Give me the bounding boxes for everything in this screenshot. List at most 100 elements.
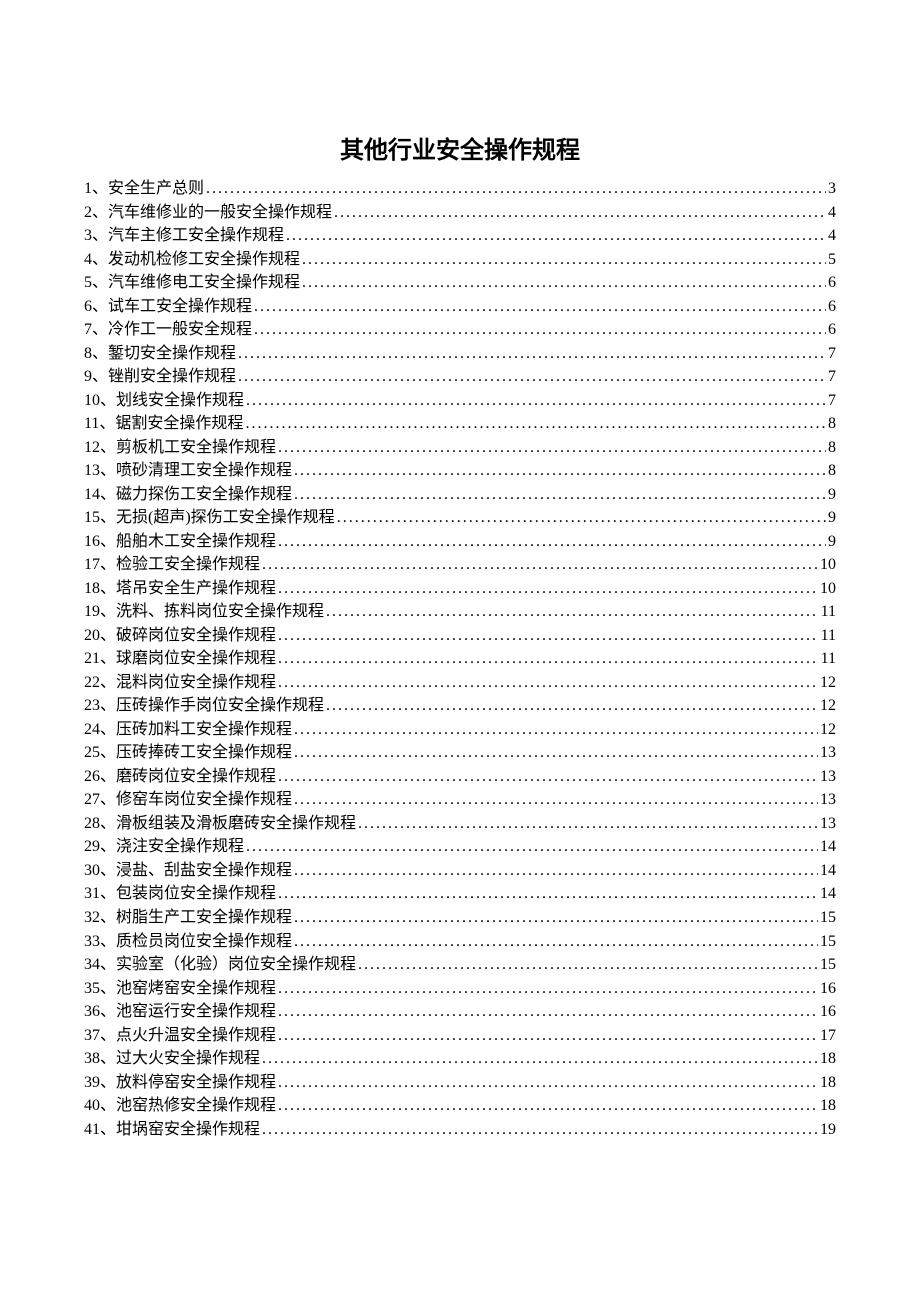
toc-entry-title: 检验工安全操作规程: [116, 553, 260, 577]
toc-entry: 8、錾切安全操作规程..............................…: [84, 342, 836, 366]
toc-entry: 40、池窑热修安全操作规程...........................…: [84, 1094, 836, 1118]
toc-entry: 15、无损(超声)探伤工安全操作规程......................…: [84, 506, 836, 530]
toc-leader-dots: ........................................…: [286, 224, 826, 248]
toc-entry-page: 18: [820, 1047, 836, 1071]
toc-entry-title: 锉削安全操作规程: [108, 365, 236, 389]
toc-leader-dots: ........................................…: [334, 201, 826, 225]
toc-leader-dots: ........................................…: [278, 647, 819, 671]
toc-entry-number: 31、: [84, 882, 116, 906]
toc-entry-page: 12: [820, 671, 836, 695]
toc-entry-number: 1、: [84, 177, 108, 201]
toc-entry-title: 放料停窑安全操作规程: [116, 1071, 276, 1095]
toc-entry-title: 洗料、拣料岗位安全操作规程: [116, 600, 324, 624]
toc-entry-page: 13: [820, 788, 836, 812]
toc-leader-dots: ........................................…: [358, 953, 818, 977]
toc-entry-number: 36、: [84, 1000, 116, 1024]
toc-leader-dots: ........................................…: [238, 342, 826, 366]
toc-entry-number: 6、: [84, 295, 108, 319]
toc-entry-page: 6: [828, 318, 836, 342]
toc-entry-title: 汽车主修工安全操作规程: [108, 224, 284, 248]
toc-entry-title: 无损(超声)探伤工安全操作规程: [116, 506, 335, 530]
toc-entry-page: 4: [828, 201, 836, 225]
toc-entry: 38、过大火安全操作规程............................…: [84, 1047, 836, 1071]
toc-entry-number: 7、: [84, 318, 108, 342]
toc-entry-page: 7: [828, 365, 836, 389]
toc-entry: 22、混料岗位安全操作规程...........................…: [84, 671, 836, 695]
toc-leader-dots: ........................................…: [358, 812, 818, 836]
toc-entry: 18、塔吊安全生产操作规程...........................…: [84, 577, 836, 601]
toc-entry: 7、冷作工一般安全规程.............................…: [84, 318, 836, 342]
toc-leader-dots: ........................................…: [278, 882, 818, 906]
toc-entry-title: 喷砂清理工安全操作规程: [116, 459, 292, 483]
toc-leader-dots: ........................................…: [294, 483, 826, 507]
page-title: 其他行业安全操作规程: [84, 130, 836, 165]
toc-entry-title: 实验室（化验）岗位安全操作规程: [116, 953, 356, 977]
toc-leader-dots: ........................................…: [278, 977, 818, 1001]
toc-entry-page: 14: [820, 882, 836, 906]
toc-entry-title: 树脂生产工安全操作规程: [116, 906, 292, 930]
toc-entry: 1、安全生产总则................................…: [84, 177, 836, 201]
toc-entry-page: 16: [820, 1000, 836, 1024]
toc-entry-title: 锯割安全操作规程: [115, 412, 243, 436]
toc-entry-number: 34、: [84, 953, 116, 977]
toc-leader-dots: ........................................…: [254, 295, 826, 319]
toc-entry-title: 试车工安全操作规程: [108, 295, 252, 319]
toc-entry-page: 3: [828, 177, 836, 201]
toc-entry-number: 13、: [84, 459, 116, 483]
toc-entry-page: 7: [828, 342, 836, 366]
toc-entry-title: 压砖捧砖工安全操作规程: [116, 741, 292, 765]
toc-entry-page: 9: [828, 530, 836, 554]
toc-entry-page: 10: [820, 577, 836, 601]
toc-entry-number: 37、: [84, 1024, 116, 1048]
toc-entry-page: 15: [820, 906, 836, 930]
toc-entry-title: 压砖操作手岗位安全操作规程: [116, 694, 324, 718]
toc-leader-dots: ........................................…: [245, 412, 826, 436]
toc-leader-dots: ........................................…: [302, 271, 826, 295]
toc-entry: 12、剪板机工安全操作规程...........................…: [84, 436, 836, 460]
toc-entry-page: 11: [821, 624, 836, 648]
toc-entry-number: 23、: [84, 694, 116, 718]
toc-entry-title: 汽车维修业的一般安全操作规程: [108, 201, 332, 225]
toc-entry-number: 35、: [84, 977, 116, 1001]
toc-entry: 3、汽车主修工安全操作规程...........................…: [84, 224, 836, 248]
toc-entry-number: 26、: [84, 765, 116, 789]
toc-entry-page: 15: [820, 930, 836, 954]
toc-entry-title: 混料岗位安全操作规程: [116, 671, 276, 695]
toc-entry: 6、试车工安全操作规程.............................…: [84, 295, 836, 319]
toc-entry-page: 14: [820, 859, 836, 883]
toc-entry-number: 39、: [84, 1071, 116, 1095]
toc-entry-page: 8: [828, 459, 836, 483]
toc-entry-page: 5: [828, 248, 836, 272]
toc-entry-number: 9、: [84, 365, 108, 389]
toc-entry-title: 池窑运行安全操作规程: [116, 1000, 276, 1024]
toc-leader-dots: ........................................…: [302, 248, 826, 272]
toc-leader-dots: ........................................…: [278, 1000, 818, 1024]
toc-entry: 29、浇注安全操作规程.............................…: [84, 835, 836, 859]
toc-entry-number: 20、: [84, 624, 116, 648]
toc-entry-number: 29、: [84, 835, 116, 859]
toc-entry-number: 11、: [84, 412, 115, 436]
toc-entry: 35、池窑烤窑安全操作规程...........................…: [84, 977, 836, 1001]
toc-entry-page: 9: [828, 506, 836, 530]
toc-entry-title: 压砖加料工安全操作规程: [116, 718, 292, 742]
toc-entry: 11、锯割安全操作规程.............................…: [84, 412, 836, 436]
toc-entry-number: 3、: [84, 224, 108, 248]
toc-entry: 28、滑板组装及滑板磨砖安全操作规程......................…: [84, 812, 836, 836]
toc-leader-dots: ........................................…: [294, 718, 818, 742]
toc-entry-title: 浸盐、刮盐安全操作规程: [116, 859, 292, 883]
toc-leader-dots: ........................................…: [262, 553, 818, 577]
toc-leader-dots: ........................................…: [278, 765, 818, 789]
toc-leader-dots: ........................................…: [278, 577, 818, 601]
toc-entry: 24、压砖加料工安全操作规程..........................…: [84, 718, 836, 742]
toc-leader-dots: ........................................…: [294, 459, 826, 483]
toc-entry: 27、修窑车岗位安全操作规程..........................…: [84, 788, 836, 812]
toc-entry-page: 16: [820, 977, 836, 1001]
toc-entry: 34、实验室（化验）岗位安全操作规程......................…: [84, 953, 836, 977]
toc-entry-page: 13: [820, 741, 836, 765]
toc-leader-dots: ........................................…: [262, 1047, 818, 1071]
toc-leader-dots: ........................................…: [278, 1094, 818, 1118]
toc-leader-dots: ........................................…: [326, 600, 819, 624]
toc-entry: 9、锉削安全操作规程..............................…: [84, 365, 836, 389]
toc-entry-page: 11: [821, 647, 836, 671]
toc-entry-page: 18: [820, 1071, 836, 1095]
